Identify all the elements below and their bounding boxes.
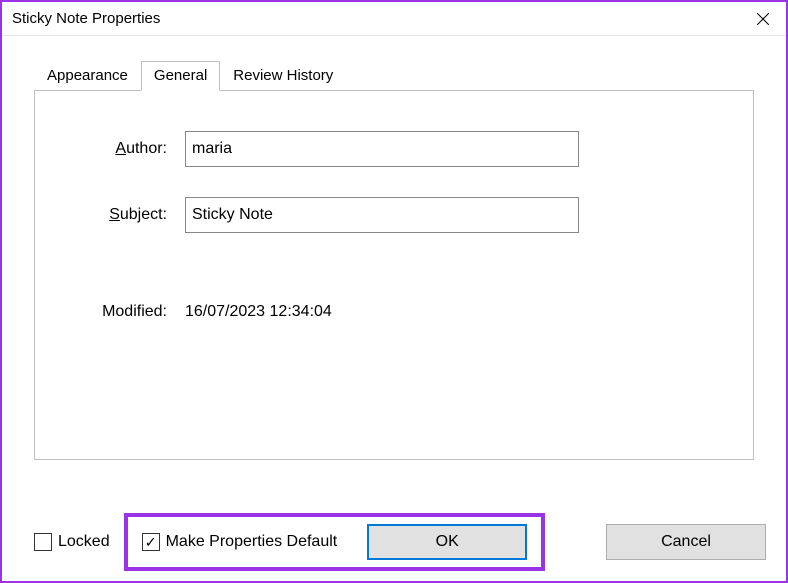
tab-appearance[interactable]: Appearance bbox=[34, 61, 141, 91]
author-row: Author: bbox=[65, 131, 723, 167]
author-input[interactable] bbox=[185, 131, 579, 167]
locked-label: Locked bbox=[58, 533, 110, 551]
modified-value: 16/07/2023 12:34:04 bbox=[185, 303, 332, 321]
window-title: Sticky Note Properties bbox=[12, 10, 160, 27]
dialog-footer: Locked Make Properties Default OK Cancel bbox=[2, 503, 786, 581]
subject-label: Subject: bbox=[65, 206, 185, 224]
titlebar: Sticky Note Properties bbox=[2, 2, 786, 36]
make-default-label: Make Properties Default bbox=[166, 533, 338, 551]
locked-checkbox-box bbox=[34, 533, 52, 551]
tab-general[interactable]: General bbox=[141, 61, 220, 91]
modified-row: Modified: 16/07/2023 12:34:04 bbox=[65, 303, 723, 321]
make-default-checkbox-box bbox=[142, 533, 160, 551]
make-default-checkbox[interactable]: Make Properties Default bbox=[142, 533, 338, 551]
close-button[interactable] bbox=[740, 3, 786, 35]
locked-checkbox[interactable]: Locked bbox=[34, 533, 110, 551]
tab-review-history[interactable]: Review History bbox=[220, 61, 346, 91]
content-area: Appearance General Review History Author… bbox=[2, 36, 786, 480]
modified-label: Modified: bbox=[65, 303, 185, 321]
highlight-annotation: Make Properties Default OK bbox=[124, 513, 546, 571]
author-label: Author: bbox=[65, 140, 185, 158]
properties-dialog: Sticky Note Properties Appearance Genera… bbox=[0, 0, 788, 583]
tab-strip: Appearance General Review History bbox=[34, 60, 754, 90]
subject-input[interactable] bbox=[185, 197, 579, 233]
general-panel: Author: Subject: Modified: 16/07/2023 12… bbox=[34, 90, 754, 460]
subject-row: Subject: bbox=[65, 197, 723, 233]
close-icon bbox=[757, 13, 769, 25]
cancel-button[interactable]: Cancel bbox=[606, 524, 766, 560]
ok-button[interactable]: OK bbox=[367, 524, 527, 560]
